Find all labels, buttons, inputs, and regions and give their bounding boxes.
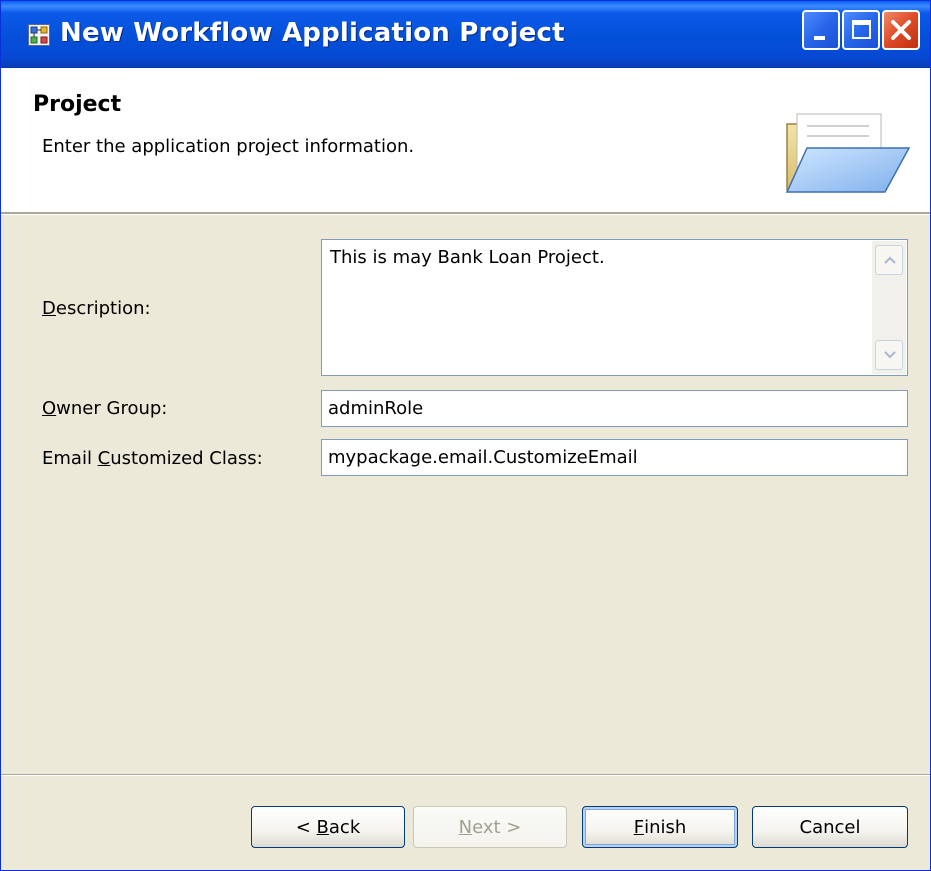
minimize-button[interactable] xyxy=(802,10,840,50)
page-title: Project xyxy=(33,92,122,117)
next-button[interactable]: Next > xyxy=(413,806,567,848)
footer-divider xyxy=(1,774,930,776)
scroll-up-button[interactable] xyxy=(875,245,903,275)
description-label-text: escription: xyxy=(55,298,151,319)
finish-button-mnemonic: F xyxy=(633,816,645,838)
description-value: This is may Bank Loan Project. xyxy=(330,247,605,268)
back-button-mnemonic: B xyxy=(316,816,329,838)
owner-group-label-mnemonic: O xyxy=(42,398,57,419)
email-class-label-prefix: Email xyxy=(42,448,98,469)
maximize-button[interactable] xyxy=(842,10,880,50)
description-label: Description: xyxy=(42,298,151,319)
cancel-button[interactable]: Cancel xyxy=(752,806,908,848)
minimize-icon xyxy=(814,36,825,40)
email-class-field[interactable]: mypackage.email.CustomizeEmail xyxy=(321,439,908,476)
next-button-mnemonic: N xyxy=(458,816,473,838)
window-title: New Workflow Application Project xyxy=(60,18,565,48)
close-icon xyxy=(891,20,911,40)
owner-group-label-text: wner Group: xyxy=(56,398,168,419)
open-folder-icon xyxy=(785,113,911,193)
finish-button-label: inish xyxy=(644,816,687,838)
finish-button[interactable]: Finish xyxy=(582,806,738,848)
maximize-icon xyxy=(852,20,871,39)
next-button-label: ext > xyxy=(472,816,522,838)
close-button[interactable] xyxy=(882,10,920,50)
page-description: Enter the application project informatio… xyxy=(42,136,415,157)
email-class-label: Email Customized Class: xyxy=(42,448,263,469)
wizard-dialog: New Workflow Application Project Project… xyxy=(0,0,931,871)
title-bar[interactable]: New Workflow Application Project xyxy=(1,1,930,68)
owner-group-field[interactable]: adminRole xyxy=(321,390,908,427)
owner-group-label: Owner Group: xyxy=(42,398,167,419)
email-class-label-text: ustomized Class: xyxy=(110,448,263,469)
chevron-up-icon xyxy=(884,256,896,264)
chevron-down-icon xyxy=(884,351,896,359)
description-label-mnemonic: D xyxy=(42,298,56,319)
wizard-header: Project Enter the application project in… xyxy=(1,68,930,212)
description-scrollbar[interactable] xyxy=(872,241,906,374)
back-button-prefix: < xyxy=(295,816,317,838)
workflow-app-icon xyxy=(28,24,50,46)
back-button-label: ack xyxy=(328,816,361,838)
scroll-down-button[interactable] xyxy=(875,340,903,370)
description-textarea[interactable]: This is may Bank Loan Project. xyxy=(321,239,908,376)
header-divider xyxy=(1,212,930,215)
email-class-label-mnemonic: C xyxy=(97,448,111,469)
back-button[interactable]: < Back xyxy=(251,806,405,848)
